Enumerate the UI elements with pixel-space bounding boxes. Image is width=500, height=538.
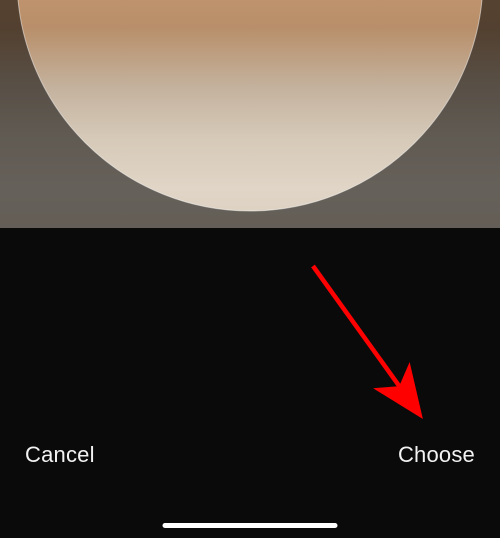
choose-button[interactable]: Choose (393, 437, 480, 473)
cancel-button[interactable]: Cancel (20, 437, 100, 473)
bottom-panel: Cancel Choose (0, 228, 500, 538)
photo-crop-preview[interactable] (0, 0, 500, 228)
action-bar: Cancel Choose (0, 437, 500, 473)
photo-background (0, 0, 500, 228)
home-indicator[interactable] (163, 523, 338, 528)
